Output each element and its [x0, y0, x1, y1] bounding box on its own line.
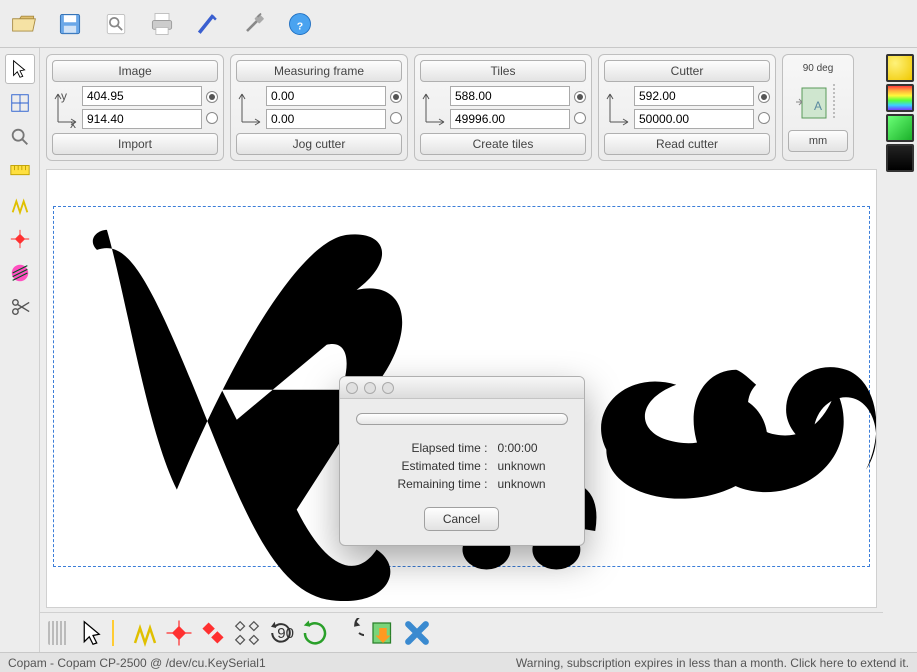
canvas-area[interactable]: Elapsed time : 0:00:00 Estimated time : …	[46, 169, 877, 608]
print-button[interactable]	[146, 8, 178, 40]
image-panel: Image yx Import	[46, 54, 224, 161]
bottom-rotate-90-tool[interactable]: 90	[266, 618, 296, 648]
dialog-minimize-icon[interactable]	[364, 382, 376, 394]
dialog-close-icon[interactable]	[346, 382, 358, 394]
ruler-tool[interactable]	[5, 156, 35, 186]
tiles-panel: Tiles Create tiles	[414, 54, 592, 161]
estimated-time-value: unknown	[498, 459, 568, 473]
image-x-field[interactable]	[82, 86, 202, 106]
frame-radio-top[interactable]	[390, 91, 402, 103]
import-button[interactable]: Import	[52, 133, 218, 155]
rotation-icon[interactable]: A	[794, 78, 842, 126]
palette-green-stack[interactable]	[886, 114, 914, 142]
progress-bar	[356, 413, 568, 425]
settings-button[interactable]	[238, 8, 270, 40]
estimated-time-label: Estimated time :	[401, 459, 487, 473]
main-toolbar: ?	[0, 0, 917, 48]
cutter-radio-top[interactable]	[758, 91, 770, 103]
frame-radio-bottom[interactable]	[390, 112, 402, 124]
remaining-time-value: unknown	[498, 477, 568, 491]
frame-x-field[interactable]	[266, 86, 386, 106]
open-button[interactable]	[8, 8, 40, 40]
cutter-y-field[interactable]	[634, 109, 754, 129]
image-panel-title[interactable]: Image	[52, 60, 218, 82]
bottom-export-tool[interactable]	[368, 618, 398, 648]
jog-cutter-button[interactable]: Jog cutter	[236, 133, 402, 155]
pen-tool-button[interactable]	[192, 8, 224, 40]
save-button[interactable]	[54, 8, 86, 40]
tiles-y-field[interactable]	[450, 109, 570, 129]
dialog-titlebar[interactable]	[340, 377, 584, 399]
measuring-frame-panel: Measuring frame Jog cutter	[230, 54, 408, 161]
cutter-x-field[interactable]	[634, 86, 754, 106]
bottom-undo-tool[interactable]	[334, 618, 364, 648]
elapsed-time-value: 0:00:00	[498, 441, 568, 455]
left-tool-strip	[0, 48, 40, 652]
bottom-nodes-tool[interactable]	[232, 618, 262, 648]
progress-dialog: Elapsed time : 0:00:00 Estimated time : …	[339, 376, 585, 546]
svg-text:A: A	[814, 99, 822, 113]
cancel-button[interactable]: Cancel	[424, 507, 499, 531]
image-y-field[interactable]	[82, 109, 202, 129]
bottom-cancel-tool[interactable]	[402, 618, 432, 648]
status-bar: Copam - Copam CP-2500 @ /dev/cu.KeySeria…	[0, 652, 917, 672]
image-radio-top[interactable]	[206, 91, 218, 103]
cutter-radio-bottom[interactable]	[758, 112, 770, 124]
hatch-tool[interactable]	[5, 258, 35, 288]
bottom-pointer-tool[interactable]	[78, 618, 108, 648]
tiles-radio-bottom[interactable]	[574, 112, 586, 124]
help-button[interactable]: ?	[284, 8, 316, 40]
dialog-zoom-icon[interactable]	[382, 382, 394, 394]
tiles-panel-title[interactable]: Tiles	[420, 60, 586, 82]
cutter-panel-title[interactable]: Cutter	[604, 60, 770, 82]
bottom-registration-tool[interactable]	[164, 618, 194, 648]
registration-tool[interactable]	[5, 224, 35, 254]
panels-row: Image yx Import Measuring frame	[40, 48, 883, 167]
frame-panel-title[interactable]: Measuring frame	[236, 60, 402, 82]
status-warning[interactable]: Warning, subscription expires in less th…	[516, 656, 909, 670]
axis-icon	[236, 88, 262, 128]
weed-tool[interactable]	[5, 190, 35, 220]
axis-icon: yx	[52, 88, 78, 128]
svg-text:?: ?	[297, 20, 303, 32]
image-radio-bottom[interactable]	[206, 112, 218, 124]
tiles-radio-top[interactable]	[574, 91, 586, 103]
zoom-tool[interactable]	[5, 122, 35, 152]
toolbar-divider	[112, 620, 114, 646]
scissors-tool[interactable]	[5, 292, 35, 322]
palette-rainbow[interactable]	[886, 84, 914, 112]
status-device: Copam - Copam CP-2500 @ /dev/cu.KeySeria…	[8, 656, 266, 670]
bottom-weed-tool[interactable]	[130, 618, 160, 648]
cutter-panel: Cutter Read cutter	[598, 54, 776, 161]
palette-yellow-circle[interactable]	[886, 54, 914, 82]
palette-black[interactable]	[886, 144, 914, 172]
bottom-registration-multi-tool[interactable]	[198, 618, 228, 648]
remaining-time-label: Remaining time :	[397, 477, 487, 491]
bottom-reload-tool[interactable]	[300, 618, 330, 648]
tiles-x-field[interactable]	[450, 86, 570, 106]
svg-text:y: y	[61, 89, 67, 103]
pointer-tool[interactable]	[5, 54, 35, 84]
read-cutter-button[interactable]: Read cutter	[604, 133, 770, 155]
svg-text:90: 90	[277, 625, 294, 642]
color-palette	[883, 48, 917, 652]
svg-text:x: x	[70, 117, 76, 128]
axis-icon	[604, 88, 630, 128]
toolbar-grip[interactable]	[48, 621, 68, 645]
create-tiles-button[interactable]: Create tiles	[420, 133, 586, 155]
grid-tool[interactable]	[5, 88, 35, 118]
bottom-toolbar: 90	[40, 612, 883, 652]
elapsed-time-label: Elapsed time :	[411, 441, 487, 455]
frame-y-field[interactable]	[266, 109, 386, 129]
rotation-angle-label: 90 deg	[803, 63, 834, 74]
rotation-panel: 90 deg A mm	[782, 54, 854, 161]
preview-button[interactable]	[100, 8, 132, 40]
axis-icon	[420, 88, 446, 128]
unit-button[interactable]: mm	[788, 130, 848, 152]
